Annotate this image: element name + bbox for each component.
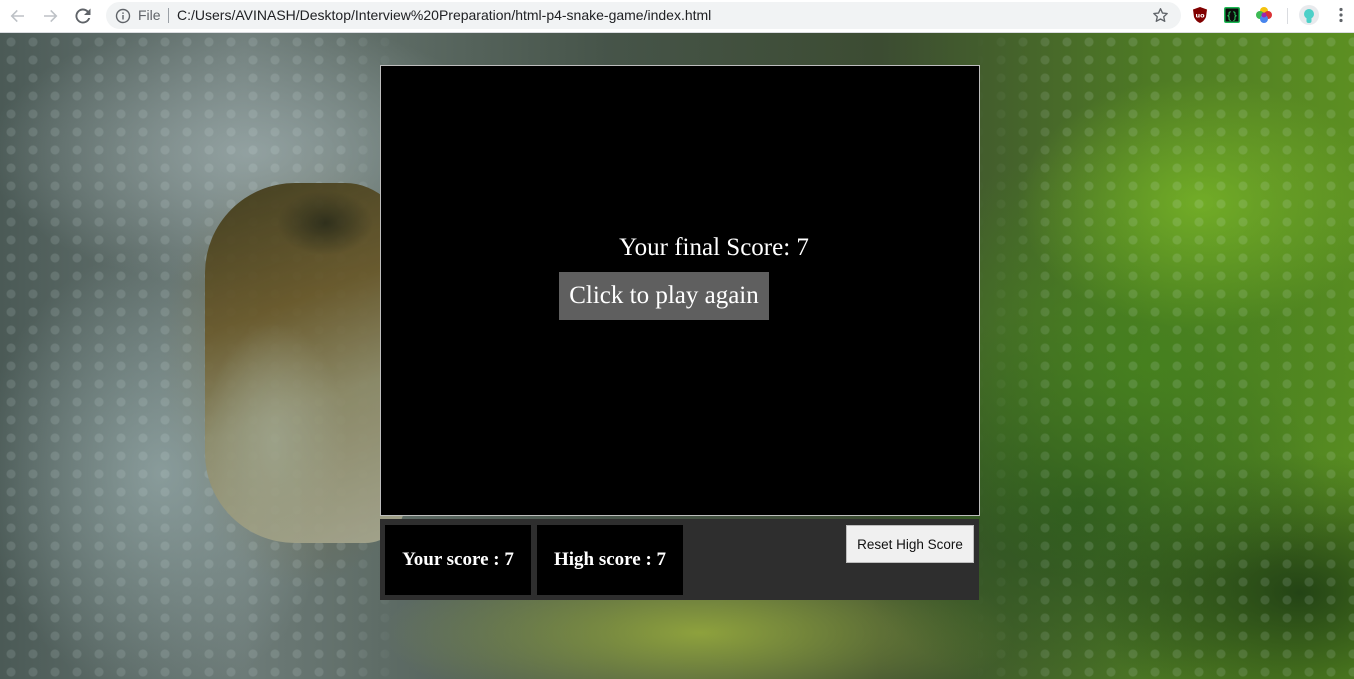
address-bar[interactable]: File C:/Users/AVINASH/Desktop/Interview%…	[106, 2, 1181, 29]
score-bar: Your score : 7 High score : 7 Reset High…	[380, 519, 979, 600]
final-score-label: Your final Score: 7	[619, 234, 809, 261]
ublock-extension-icon[interactable]: uo	[1191, 6, 1209, 24]
back-arrow-icon[interactable]	[7, 5, 29, 27]
url-text[interactable]: C:/Users/AVINASH/Desktop/Interview%20Pre…	[177, 7, 711, 24]
url-scheme-label: File	[138, 7, 161, 23]
toolbar-divider	[1287, 8, 1288, 24]
background-snake-head	[205, 183, 405, 543]
high-score-box: High score : 7	[537, 525, 683, 595]
color-picker-extension-icon[interactable]	[1255, 6, 1273, 24]
bookmark-star-icon[interactable]	[1152, 7, 1169, 24]
your-score-box: Your score : 7	[385, 525, 531, 595]
address-divider	[168, 8, 169, 23]
forward-arrow-icon[interactable]	[39, 5, 61, 27]
browser-toolbar: File C:/Users/AVINASH/Desktop/Interview%…	[0, 0, 1354, 33]
menu-kebab-icon[interactable]	[1335, 6, 1347, 24]
game-board[interactable]: Your final Score: 7 Click to play again	[380, 65, 980, 516]
reset-high-score-button[interactable]: Reset High Score	[846, 525, 974, 563]
play-again-button[interactable]: Click to play again	[559, 272, 769, 320]
json-extension-icon[interactable]: {}	[1223, 6, 1241, 24]
reload-icon[interactable]	[72, 5, 94, 27]
info-icon[interactable]	[115, 8, 131, 24]
final-score-text: Your final Score: 7	[381, 233, 947, 263]
svg-text:{}: {}	[1226, 11, 1238, 22]
svg-text:uo: uo	[1195, 12, 1205, 20]
profile-avatar-icon[interactable]	[1299, 5, 1319, 25]
